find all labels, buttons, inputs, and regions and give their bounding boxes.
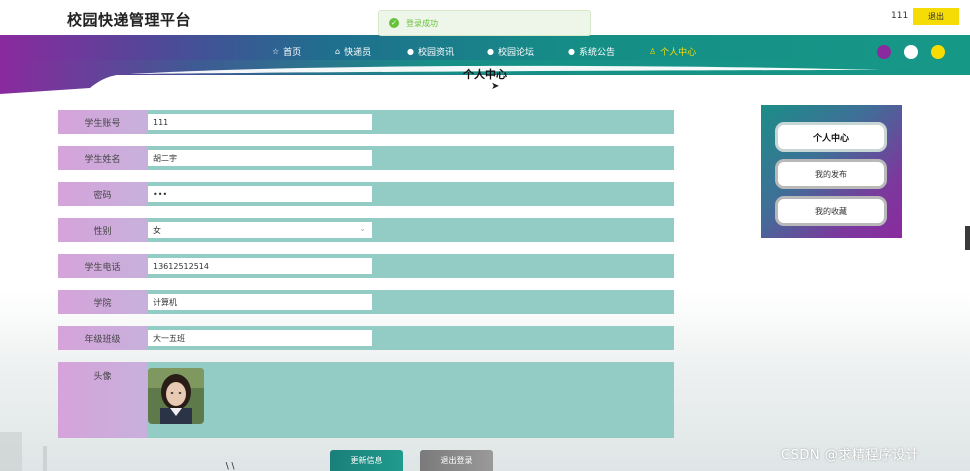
logout-account-button[interactable]: 退出登录 bbox=[420, 450, 493, 471]
field-label: 学院 bbox=[58, 290, 147, 314]
info-icon: ● bbox=[407, 47, 414, 56]
field-label: 年级班级 bbox=[58, 326, 147, 350]
current-username: 111 bbox=[891, 11, 909, 21]
background-decoration: ∖∖ bbox=[224, 462, 236, 471]
nav-item-home[interactable]: ☆ 首页 bbox=[272, 45, 301, 58]
field-label: 头像 bbox=[58, 362, 147, 438]
nav-item-label: 首页 bbox=[283, 48, 302, 58]
student-name-input[interactable]: 胡二宇 bbox=[148, 150, 372, 166]
avatar-image bbox=[148, 368, 204, 424]
field-student-phone: 学生电话 13612512514 bbox=[58, 254, 674, 278]
check-circle-icon: ✓ bbox=[389, 18, 399, 28]
nav-item-personal-center[interactable]: ♙ 个人中心 bbox=[649, 45, 696, 58]
theme-dot-purple[interactable] bbox=[877, 45, 891, 59]
side-menu: 个人中心 我的发布 我的收藏 bbox=[761, 105, 902, 238]
lock-icon: ⌂ bbox=[335, 47, 341, 56]
field-label: 学生姓名 bbox=[58, 146, 147, 170]
page-title: 个人中心 bbox=[463, 68, 507, 81]
field-label: 学生电话 bbox=[58, 254, 147, 278]
field-label: 性别 bbox=[58, 218, 147, 242]
nav-item-label: 系统公告 bbox=[578, 48, 615, 58]
avatar-upload[interactable] bbox=[148, 368, 204, 424]
field-label: 密码 bbox=[58, 182, 147, 206]
field-student-account: 学生账号 111 bbox=[58, 110, 674, 134]
field-grade-class: 年级班级 大一五班 bbox=[58, 326, 674, 350]
info-icon: ● bbox=[568, 47, 575, 56]
field-student-name: 学生姓名 胡二宇 bbox=[58, 146, 674, 170]
mouse-cursor-icon: ➤ bbox=[491, 81, 500, 92]
background-decoration bbox=[43, 446, 47, 471]
site-title: 校园快递管理平台 bbox=[67, 11, 192, 29]
watermark: CSDN @求精程序设计 bbox=[781, 448, 920, 463]
college-input[interactable]: 计算机 bbox=[148, 294, 372, 310]
field-college: 学院 计算机 bbox=[58, 290, 674, 314]
update-info-button[interactable]: 更新信息 bbox=[330, 450, 403, 471]
student-phone-input[interactable]: 13612512514 bbox=[148, 258, 372, 274]
nav-item-label: 快递员 bbox=[344, 48, 372, 58]
main-nav: ☆ 首页 ⌂ 快递员 ● 校园资讯 ● 校园论坛 ● 系统公告 ♙ 个人中心 bbox=[0, 45, 970, 59]
chevron-down-icon: ⌄ bbox=[359, 224, 366, 233]
gender-select[interactable]: 女 ⌄ bbox=[148, 222, 372, 238]
student-account-input[interactable]: 111 bbox=[148, 114, 372, 130]
page-edge-tab bbox=[965, 226, 970, 250]
field-avatar: 头像 bbox=[58, 362, 674, 438]
nav-item-label: 校园资讯 bbox=[417, 48, 454, 58]
field-gender: 性别 女 ⌄ bbox=[58, 218, 674, 242]
info-icon: ● bbox=[487, 47, 494, 56]
nav-item-label: 个人中心 bbox=[660, 48, 697, 58]
toast-message: 登录成功 bbox=[406, 18, 438, 28]
field-password: 密码 ••• bbox=[58, 182, 674, 206]
nav-item-campus-forum[interactable]: ● 校园论坛 bbox=[487, 45, 534, 58]
nav-item-campus-news[interactable]: ● 校园资讯 bbox=[407, 45, 454, 58]
side-menu-personal-center[interactable]: 个人中心 bbox=[775, 122, 887, 152]
star-icon: ☆ bbox=[272, 47, 280, 56]
field-label: 学生账号 bbox=[58, 110, 147, 134]
background-decoration bbox=[0, 432, 22, 471]
password-input[interactable]: ••• bbox=[148, 186, 372, 202]
logout-button[interactable]: 退出 bbox=[913, 8, 959, 25]
nav-item-announcements[interactable]: ● 系统公告 bbox=[568, 45, 615, 58]
side-menu-my-favorites[interactable]: 我的收藏 bbox=[775, 196, 887, 226]
login-success-toast: ✓ 登录成功 bbox=[378, 10, 591, 36]
nav-item-courier[interactable]: ⌂ 快递员 bbox=[335, 45, 371, 58]
theme-dot-yellow[interactable] bbox=[931, 45, 945, 59]
side-menu-my-posts[interactable]: 我的发布 bbox=[775, 159, 887, 189]
user-icon: ♙ bbox=[649, 47, 657, 56]
theme-dot-white[interactable] bbox=[904, 45, 918, 59]
nav-item-label: 校园论坛 bbox=[497, 48, 534, 58]
grade-class-input[interactable]: 大一五班 bbox=[148, 330, 372, 346]
gender-select-value: 女 bbox=[153, 225, 161, 235]
